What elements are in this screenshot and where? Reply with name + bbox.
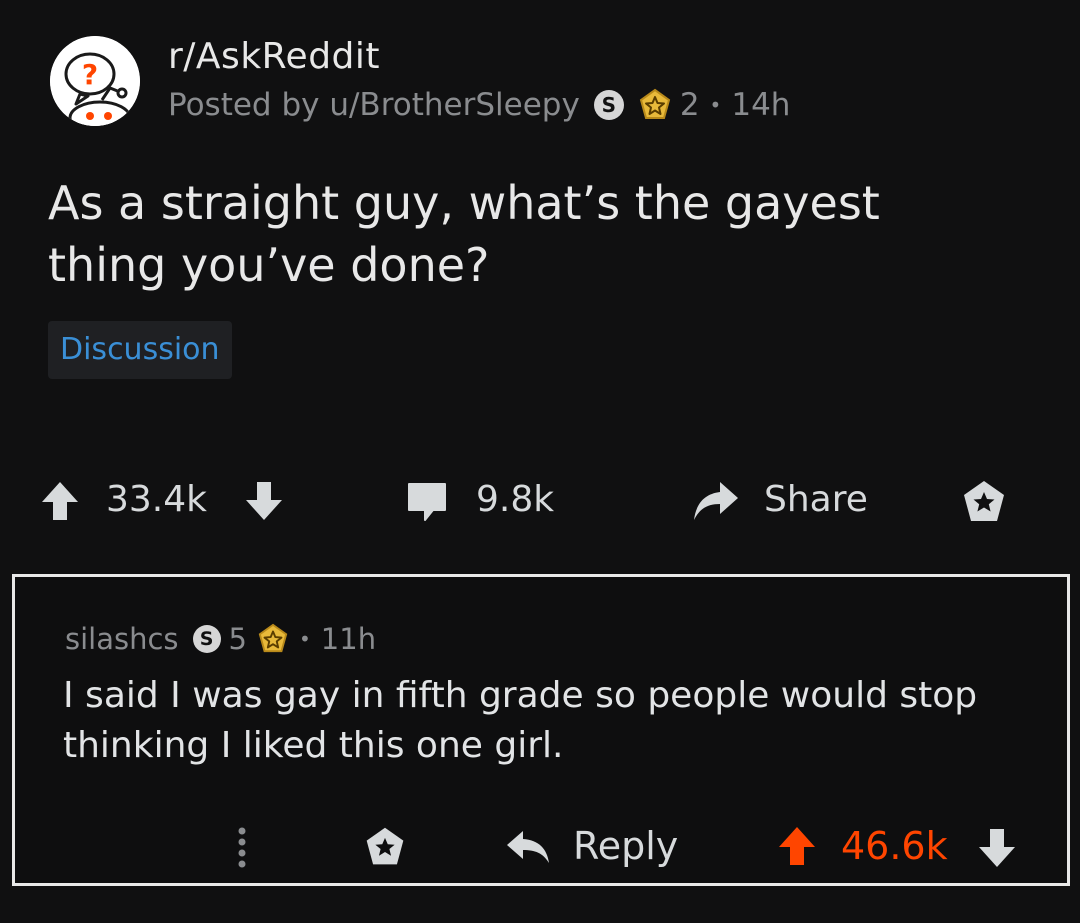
comment-icon[interactable] xyxy=(405,480,449,528)
reply-icon[interactable] xyxy=(505,827,551,871)
comment-age: 11h xyxy=(320,622,377,656)
comment-meta: silashcs S 5 • 11h xyxy=(65,619,376,659)
post-title[interactable]: As a straight guy, what’s the gayest thi… xyxy=(48,172,1008,296)
reply-button[interactable]: Reply xyxy=(573,823,678,869)
comment-upvote-count: 46.6k xyxy=(841,824,948,868)
comment-author[interactable]: silashcs xyxy=(65,619,179,659)
post-comment-count[interactable]: 9.8k xyxy=(476,478,554,522)
upvote-icon[interactable] xyxy=(777,825,817,871)
award-icon[interactable] xyxy=(960,478,1008,530)
svg-text:?: ? xyxy=(82,58,98,91)
star-award-icon xyxy=(257,623,289,655)
downvote-icon[interactable] xyxy=(244,480,284,526)
subreddit-avatar-icon[interactable]: ? xyxy=(50,36,140,126)
award-count: 2 xyxy=(679,87,700,123)
post-header: ? r/AskReddit Posted by u/BrotherSleepy … xyxy=(50,35,790,127)
post-header-text: r/AskReddit Posted by u/BrotherSleepy S … xyxy=(168,35,790,127)
downvote-icon[interactable] xyxy=(977,827,1017,873)
more-options-icon[interactable] xyxy=(237,825,247,873)
post-upvote-count: 33.4k xyxy=(106,479,208,520)
post-action-bar: 33.4k 9.8k Share xyxy=(0,470,1080,530)
star-award-icon xyxy=(638,88,672,122)
post-age: 14h xyxy=(731,87,791,123)
comment-card: silashcs S 5 • 11h I said I was gay in f… xyxy=(12,574,1070,886)
snoo-badge-icon: S xyxy=(593,90,624,120)
post-flair[interactable]: Discussion xyxy=(48,321,232,379)
share-icon[interactable] xyxy=(692,478,740,528)
comment-award-count: 5 xyxy=(228,622,247,656)
upvote-icon[interactable] xyxy=(40,480,80,526)
share-button[interactable]: Share xyxy=(764,478,868,522)
meta-separator: • xyxy=(709,93,722,117)
snoo-badge-icon: S xyxy=(192,625,221,653)
post-author[interactable]: Posted by u/BrotherSleepy xyxy=(168,83,580,127)
post-meta: Posted by u/BrotherSleepy S 2 • 14h xyxy=(168,83,790,127)
award-icon[interactable] xyxy=(363,825,407,873)
comment-body: I said I was gay in fifth grade so peopl… xyxy=(63,675,978,766)
subreddit-name[interactable]: r/AskReddit xyxy=(168,35,790,79)
meta-separator: • xyxy=(299,627,311,651)
